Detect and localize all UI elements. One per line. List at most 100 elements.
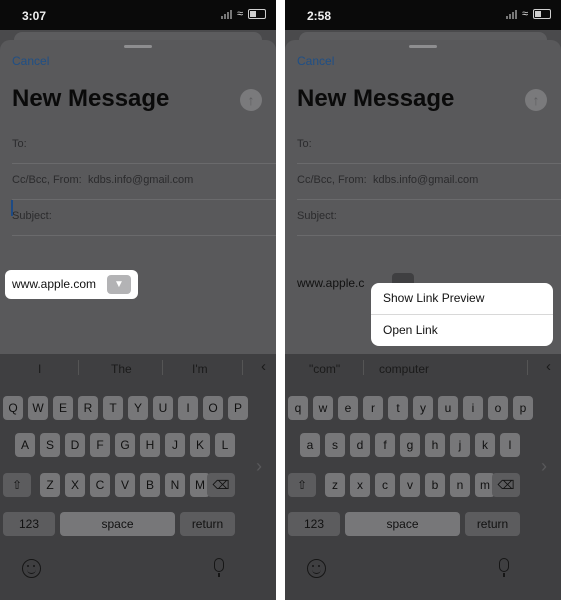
send-icon[interactable]: ↑ (240, 89, 262, 111)
prediction-item[interactable]: I'm (192, 362, 208, 376)
link-text[interactable]: www.apple.com (12, 277, 96, 291)
chevron-left-icon[interactable]: ‹ (546, 358, 551, 375)
cancel-button[interactable]: Cancel (12, 54, 49, 68)
subject-field[interactable]: Subject: (297, 200, 561, 236)
prediction-item[interactable]: The (111, 362, 132, 376)
key-a[interactable]: A (15, 433, 35, 457)
microphone-icon[interactable] (214, 558, 224, 577)
key-o[interactable]: O (203, 396, 223, 420)
to-field[interactable]: To: (12, 128, 276, 164)
chevron-left-icon[interactable]: ‹ (261, 358, 266, 375)
text-cursor (11, 200, 13, 216)
shift-key[interactable]: ⇧ (288, 473, 316, 497)
key-r[interactable]: R (78, 396, 98, 420)
key-b[interactable]: B (140, 473, 160, 497)
emoji-icon[interactable] (22, 559, 41, 578)
key-t[interactable]: t (388, 396, 408, 420)
prediction-divider (162, 360, 163, 375)
key-f[interactable]: f (375, 433, 395, 457)
key-w[interactable]: w (313, 396, 333, 420)
key-l[interactable]: l (500, 433, 520, 457)
key-j[interactable]: j (450, 433, 470, 457)
key-i[interactable]: I (178, 396, 198, 420)
battery-icon (533, 9, 551, 19)
chevron-right-icon: › (541, 456, 547, 476)
key-g[interactable]: G (115, 433, 135, 457)
key-p[interactable]: P (228, 396, 248, 420)
chevron-down-icon[interactable]: ▼ (107, 275, 131, 294)
key-c[interactable]: C (90, 473, 110, 497)
sheet-grabber[interactable] (124, 45, 152, 48)
key-j[interactable]: J (165, 433, 185, 457)
key-x[interactable]: x (350, 473, 370, 497)
link-text[interactable]: www.apple.c (297, 276, 364, 290)
key-h[interactable]: H (140, 433, 160, 457)
shift-key[interactable]: ⇧ (3, 473, 31, 497)
prediction-item[interactable]: I (38, 362, 41, 376)
signal-icon (220, 9, 232, 19)
key-h[interactable]: h (425, 433, 445, 457)
ccbcc-field[interactable]: Cc/Bcc, From: kdbs.info@gmail.com (297, 164, 561, 200)
key-z[interactable]: Z (40, 473, 60, 497)
key-k[interactable]: k (475, 433, 495, 457)
ccbcc-label: Cc/Bcc, From: (12, 174, 82, 186)
subject-field[interactable]: Subject: (12, 200, 276, 236)
link-highlight[interactable]: www.apple.com ▼ (5, 270, 138, 299)
prediction-bar: I The I'm ‹ (0, 354, 276, 381)
key-a[interactable]: a (300, 433, 320, 457)
space-key[interactable]: space (60, 512, 175, 536)
cancel-button[interactable]: Cancel (297, 54, 334, 68)
return-key[interactable]: return (465, 512, 520, 536)
key-p[interactable]: p (513, 396, 533, 420)
key-w[interactable]: W (28, 396, 48, 420)
send-icon[interactable]: ↑ (525, 89, 547, 111)
key-o[interactable]: o (488, 396, 508, 420)
open-link-item[interactable]: Open Link (371, 314, 553, 346)
key-u[interactable]: U (153, 396, 173, 420)
key-y[interactable]: Y (128, 396, 148, 420)
show-link-preview-item[interactable]: Show Link Preview (371, 283, 553, 314)
prediction-item[interactable]: computer (379, 362, 429, 376)
key-e[interactable]: e (338, 396, 358, 420)
key-d[interactable]: d (350, 433, 370, 457)
key-q[interactable]: Q (3, 396, 23, 420)
key-s[interactable]: s (325, 433, 345, 457)
ccbcc-label: Cc/Bcc, From: (297, 174, 367, 186)
to-field[interactable]: To: (297, 128, 561, 164)
space-key[interactable]: space (345, 512, 460, 536)
status-time: 3:07 (22, 9, 47, 23)
microphone-icon[interactable] (499, 558, 509, 577)
sheet-grabber[interactable] (409, 45, 437, 48)
key-q[interactable]: q (288, 396, 308, 420)
key-b[interactable]: b (425, 473, 445, 497)
key-r[interactable]: r (363, 396, 383, 420)
key-l[interactable]: L (215, 433, 235, 457)
prediction-item[interactable]: "com" (309, 362, 340, 376)
key-u[interactable]: u (438, 396, 458, 420)
key-c[interactable]: c (375, 473, 395, 497)
key-k[interactable]: K (190, 433, 210, 457)
key-n[interactable]: n (450, 473, 470, 497)
key-t[interactable]: T (103, 396, 123, 420)
key-v[interactable]: v (400, 473, 420, 497)
delete-key[interactable]: ⌫ (207, 473, 235, 497)
emoji-icon[interactable] (307, 559, 326, 578)
key-d[interactable]: D (65, 433, 85, 457)
signal-icon (505, 9, 517, 19)
key-i[interactable]: i (463, 396, 483, 420)
key-s[interactable]: S (40, 433, 60, 457)
key-n[interactable]: N (165, 473, 185, 497)
numbers-key[interactable]: 123 (3, 512, 55, 536)
to-label: To: (297, 138, 312, 150)
key-x[interactable]: X (65, 473, 85, 497)
return-key[interactable]: return (180, 512, 235, 536)
key-g[interactable]: g (400, 433, 420, 457)
key-z[interactable]: z (325, 473, 345, 497)
numbers-key[interactable]: 123 (288, 512, 340, 536)
key-y[interactable]: y (413, 396, 433, 420)
key-f[interactable]: F (90, 433, 110, 457)
ccbcc-field[interactable]: Cc/Bcc, From: kdbs.info@gmail.com (12, 164, 276, 200)
key-v[interactable]: V (115, 473, 135, 497)
delete-key[interactable]: ⌫ (492, 473, 520, 497)
key-e[interactable]: E (53, 396, 73, 420)
